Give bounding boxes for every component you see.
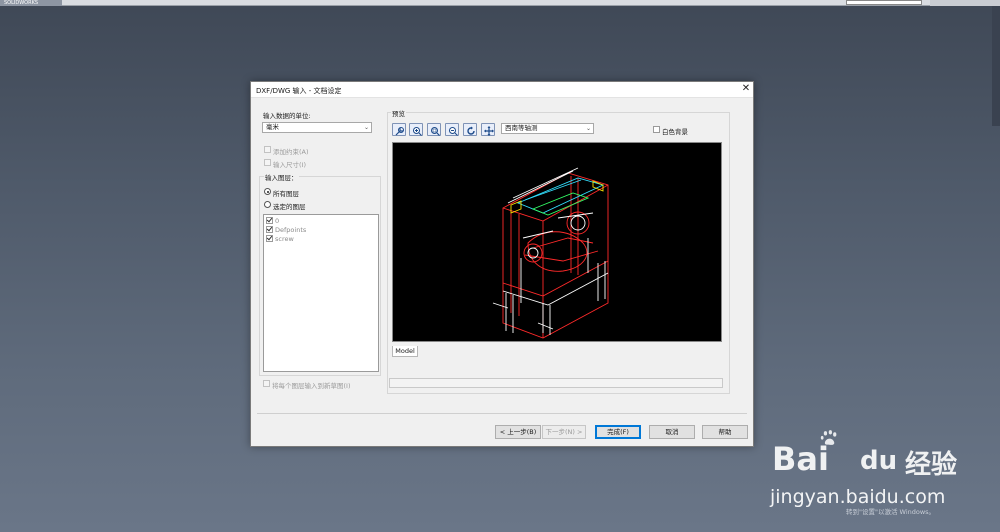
chevron-down-icon: ⌄ — [585, 125, 591, 132]
cad-wireframe-preview — [492, 167, 609, 339]
import-dimensions-label: 输入尺寸(I) — [273, 161, 306, 169]
import-dimensions-checkbox[interactable] — [264, 159, 271, 166]
footer-divider — [257, 413, 747, 414]
windows-activation-hint: 转到"设置"以激活 Windows。 — [846, 508, 936, 516]
units-selected: 毫米 — [266, 123, 279, 131]
next-button[interactable]: 下一步(N) > — [542, 425, 586, 439]
horizontal-scrollbar[interactable] — [389, 378, 723, 388]
view-orientation-dropdown[interactable]: 西南等轴测 ⌄ — [501, 123, 594, 134]
view-orientation-selected: 西南等轴测 — [505, 124, 538, 132]
tab-model[interactable]: Model — [392, 346, 418, 357]
watermark-brand-jingyan: 经验 — [905, 450, 958, 480]
watermark-url: jingyan.baidu.com — [770, 486, 946, 508]
preview-label: 预览 — [391, 108, 406, 118]
watermark-brand-du: du — [860, 446, 898, 476]
layer-name: 0 — [275, 217, 280, 225]
layer-checkbox[interactable] — [266, 226, 273, 233]
watermark-brand: Bai — [772, 440, 829, 478]
white-background-label: 白色背景 — [662, 128, 688, 136]
each-layer-sketch-label: 将每个图层输入到新草图(I) — [272, 382, 351, 390]
dxf-import-dialog: DXF/DWG 输入 - 文档设定 ✕ 输入数据的单位: 毫米 ⌄ 添加约束(A… — [250, 81, 754, 447]
chevron-down-icon: ⌄ — [363, 124, 369, 131]
finish-button[interactable]: 完成(F) — [595, 425, 641, 439]
rotate-icon[interactable] — [463, 123, 477, 136]
zoom-in-icon[interactable] — [409, 123, 423, 136]
selected-layers-label: 选定的图层 — [273, 203, 306, 211]
layer-name: Defpoints — [275, 226, 307, 234]
add-constraints-checkbox[interactable] — [264, 146, 271, 153]
units-dropdown[interactable]: 毫米 ⌄ — [262, 122, 372, 133]
layer-name: screw — [275, 235, 294, 243]
layer-list[interactable]: 0 Defpoints screw — [263, 214, 379, 372]
layer-checkbox[interactable] — [266, 217, 273, 224]
each-layer-sketch-checkbox[interactable] — [263, 380, 270, 387]
layers-label: 输入图层： — [264, 172, 299, 182]
dialog-title: DXF/DWG 输入 - 文档设定 — [256, 87, 342, 95]
layer-checkbox[interactable] — [266, 235, 273, 242]
zoom-fit-icon[interactable] — [392, 123, 406, 136]
dialog-titlebar[interactable]: DXF/DWG 输入 - 文档设定 ✕ — [251, 82, 753, 98]
close-icon[interactable]: ✕ — [741, 84, 751, 94]
cancel-button[interactable]: 取消 — [649, 425, 695, 439]
pan-icon[interactable] — [481, 123, 495, 136]
app-logo[interactable]: SOLIDWORKS — [0, 0, 62, 6]
white-background-checkbox[interactable] — [653, 126, 660, 133]
app-window-controls[interactable] — [930, 0, 1000, 6]
add-constraints-label: 添加约束(A) — [273, 148, 309, 156]
zoom-out-icon[interactable] — [445, 123, 459, 136]
zoom-area-icon[interactable] — [427, 123, 441, 136]
help-button[interactable]: 帮助 — [702, 425, 748, 439]
task-pane-strip[interactable] — [992, 6, 1000, 126]
selected-layers-radio[interactable] — [264, 201, 271, 208]
preview-canvas[interactable] — [392, 142, 722, 342]
all-layers-radio[interactable] — [264, 188, 271, 195]
units-label: 输入数据的单位: — [263, 112, 311, 120]
search-input[interactable] — [846, 0, 922, 5]
all-layers-label: 所有图层 — [273, 190, 299, 198]
back-button[interactable]: < 上一步(B) — [495, 425, 541, 439]
